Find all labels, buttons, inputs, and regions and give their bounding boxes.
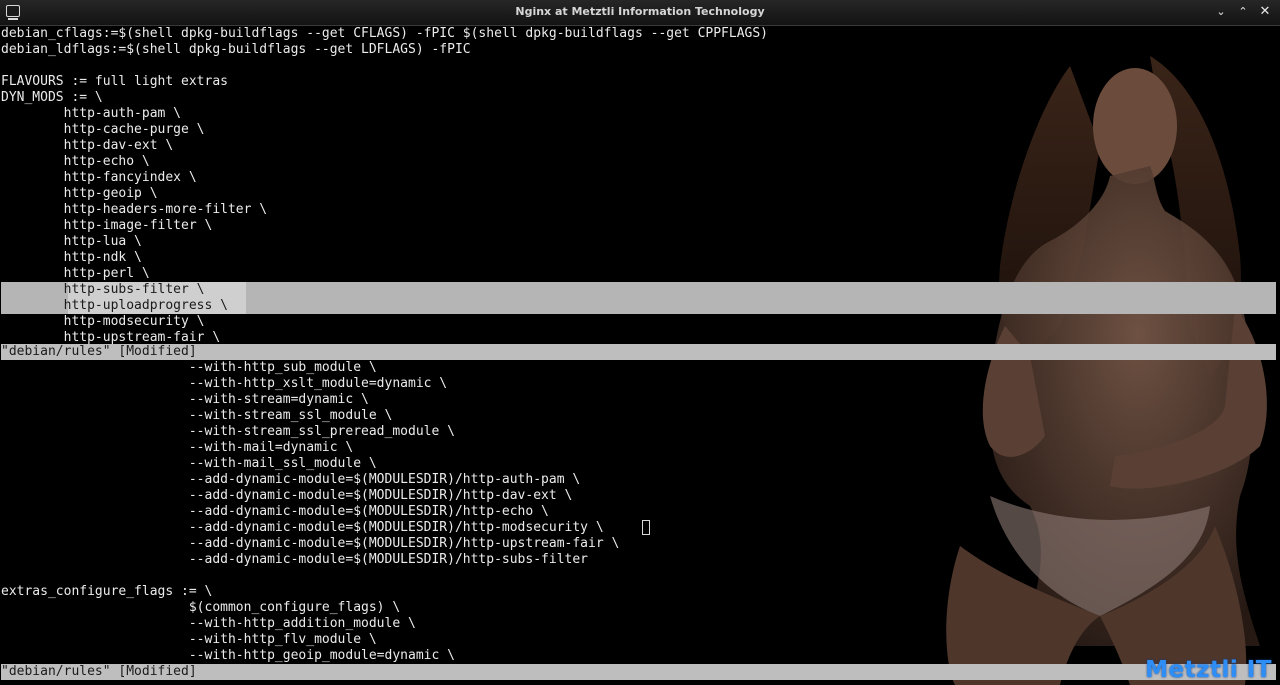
- code-line: --with-http_xslt_module=dynamic \: [1, 376, 448, 391]
- terminal-pane[interactable]: debian_cflags:=$(shell dpkg-buildflags -…: [0, 26, 1280, 685]
- title-bar: Nginx at Metztli Information Technology …: [0, 0, 1280, 26]
- code-line: http-modsecurity \: [1, 314, 205, 329]
- code-line: http-auth-pam \: [1, 106, 182, 121]
- minimize-button[interactable]: ⌄: [1213, 4, 1229, 20]
- code-line: --add-dynamic-module=$(MODULESDIR)/http-…: [1, 504, 549, 519]
- code-line-selected: http-uploadprogress \: [1, 298, 228, 313]
- code-line: http-lua \: [1, 234, 142, 249]
- code-line-selected: http-subs-filter \: [1, 282, 205, 297]
- close-button[interactable]: ✕: [1257, 4, 1273, 20]
- code-line: extras_configure_flags := \: [1, 584, 213, 599]
- code-line: --with-http_flv_module \: [1, 632, 377, 647]
- code-line: http-headers-more-filter \: [1, 202, 268, 217]
- code-line: DYN_MODS := \: [1, 90, 103, 105]
- code-line: --add-dynamic-module=$(MODULESDIR)/http-…: [1, 536, 620, 551]
- status-line-bottom: "debian/rules" [Modified]: [1, 664, 1276, 680]
- code-line: --add-dynamic-module=$(MODULESDIR)/http-…: [1, 520, 604, 535]
- status-line-top: "debian/rules" [Modified]: [1, 344, 1276, 360]
- text-cursor: [642, 520, 650, 535]
- code-line: --with-stream_ssl_module \: [1, 408, 393, 423]
- watermark-logo: Metztli IT: [1145, 657, 1272, 683]
- code-line: http-dav-ext \: [1, 138, 174, 153]
- code-line: http-perl \: [1, 266, 150, 281]
- code-line: --with-http_sub_module \: [1, 360, 377, 375]
- code-line: --add-dynamic-module=$(MODULESDIR)/http-…: [1, 488, 573, 503]
- code-line: --add-dynamic-module=$(MODULESDIR)/http-…: [1, 552, 588, 567]
- code-line: debian_ldflags:=$(shell dpkg-buildflags …: [1, 42, 471, 57]
- code-line: --with-stream=dynamic \: [1, 392, 369, 407]
- code-line: http-geoip \: [1, 186, 158, 201]
- code-line: --with-mail_ssl_module \: [1, 456, 377, 471]
- window-title: Nginx at Metztli Information Technology: [515, 5, 765, 18]
- code-line: --add-dynamic-module=$(MODULESDIR)/http-…: [1, 472, 581, 487]
- code-line: debian_cflags:=$(shell dpkg-buildflags -…: [1, 26, 769, 41]
- code-line: --with-http_geoip_module=dynamic \: [1, 648, 455, 663]
- code-line: --with-http_addition_module \: [1, 616, 416, 631]
- code-line: --with-mail=dynamic \: [1, 440, 354, 455]
- maximize-button[interactable]: ⌃: [1235, 4, 1251, 20]
- code-line: http-fancyindex \: [1, 170, 197, 185]
- code-line: http-echo \: [1, 154, 150, 169]
- code-line: http-image-filter \: [1, 218, 213, 233]
- code-line: http-ndk \: [1, 250, 142, 265]
- code-line: http-cache-purge \: [1, 122, 205, 137]
- code-line: --with-stream_ssl_preread_module \: [1, 424, 455, 439]
- code-line: FLAVOURS := full light extras: [1, 74, 228, 89]
- code-line: $(common_configure_flags) \: [1, 600, 401, 615]
